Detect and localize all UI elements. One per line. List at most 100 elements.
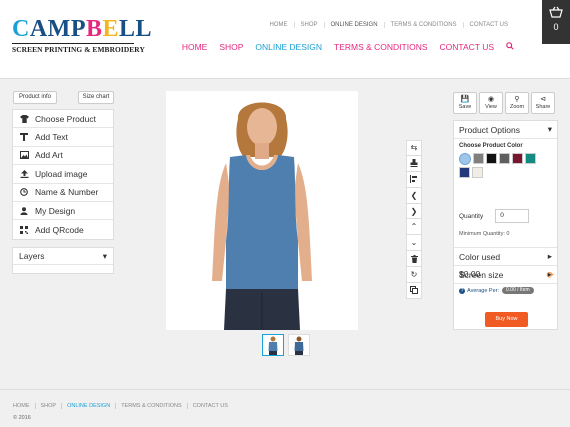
product-options-label: Product Options [459,124,520,135]
caret-down-icon: ▾ [102,250,107,261]
buy-now-button[interactable]: Buy Now [485,312,528,327]
move-left-icon[interactable]: ❮ [406,187,422,204]
cart-count: 0 [553,22,559,32]
color-swatch[interactable] [512,153,523,164]
color-swatch[interactable] [472,167,483,178]
color-used-row[interactable]: Color used ▸ [454,248,557,266]
min-quantity-text: Minimum Quantity: 0 [459,231,510,237]
cart-button[interactable]: 0 [542,0,570,44]
stamp-icon[interactable] [406,155,422,172]
tshirt-icon [19,114,29,123]
move-right-icon[interactable]: ❯ [406,203,422,220]
topnav-terms[interactable]: TERMS & CONDITIONS [383,22,463,28]
front-thumbnail[interactable] [262,334,284,356]
footer-terms[interactable]: TERMS & CONDITIONS [115,403,187,409]
layers-label: Layers [19,251,45,261]
share-label: Share [535,104,551,110]
top-nav: HOME SHOP ONLINE DESIGN TERMS & CONDITIO… [264,22,515,28]
tool-add-qrcode[interactable]: Add QRcode [13,220,113,238]
tool-upload-image[interactable]: Upload image [13,165,113,184]
campbell-logo[interactable]: CAMPBELL SCREEN PRINTING & EMBROIDERY [12,15,152,57]
copyright-text: © 2016 [13,415,31,421]
tool-add-text[interactable]: Add Text [13,128,113,147]
footer-online-design[interactable]: ONLINE DESIGN [61,403,115,409]
design-canvas[interactable] [166,91,358,330]
share-icon: ⊲ [540,96,546,103]
tool-label: Add Text [35,132,68,143]
topnav-home[interactable]: HOME [264,22,294,28]
color-swatch[interactable] [459,167,470,178]
tool-label: Add QRcode [35,224,84,235]
tool-add-art[interactable]: Add Art [13,147,113,166]
image-icon [19,151,29,160]
view-label: View [485,104,497,110]
eye-icon: ◉ [487,96,495,103]
footer-shop[interactable]: SHOP [34,403,62,409]
move-down-icon[interactable]: ⌄ [406,235,422,252]
quantity-row: Quantity 0 [459,209,530,223]
topnav-online-design[interactable]: ONLINE DESIGN [323,22,384,28]
duplicate-icon[interactable] [406,283,422,299]
color-section: Choose Product Color Quantity 0 Minimum … [454,139,557,248]
choose-color-label: Choose Product Color [459,143,523,149]
footer-home[interactable]: HOME [8,403,35,409]
color-swatch-selected[interactable] [459,153,471,165]
quantity-input[interactable]: 0 [495,209,530,223]
save-icon: 💾 [460,96,470,103]
product-photo [212,102,312,330]
product-info-button[interactable]: Product info [13,91,57,104]
mainnav-shop[interactable]: SHOP [213,42,249,52]
zoom-button[interactable]: ⚲ Zoom [505,92,529,114]
back-thumbnail[interactable] [288,334,310,356]
tool-label: Name & Number [35,187,99,198]
topnav-contact[interactable]: CONTACT US [462,22,514,28]
mainnav-terms[interactable]: TERMS & CONDITIONS [328,42,434,52]
tool-label: Choose Product [35,113,96,124]
loading-spinner-icon: ⟳ [546,270,554,280]
footer-nav: HOME SHOP ONLINE DESIGN TERMS & CONDITIO… [8,403,233,409]
color-swatch[interactable] [486,153,497,164]
average-label: Average Per: [467,287,500,294]
logo-letter: C [12,16,30,42]
logo-letter: AMP [29,16,86,42]
text-icon [19,133,29,142]
tool-label: My Design [35,205,76,216]
price-total: $0.00 [459,269,481,279]
search-icon[interactable] [500,42,520,52]
layers-header[interactable]: Layers ▾ [13,248,113,265]
clock-icon [19,188,29,197]
share-button[interactable]: ⊲ Share [531,92,555,114]
mainnav-online-design[interactable]: ONLINE DESIGN [249,42,328,52]
main-nav: HOME SHOP ONLINE DESIGN TERMS & CONDITIO… [176,42,520,52]
qrcode-icon [19,225,29,234]
footer-contact[interactable]: CONTACT US [186,403,233,409]
mainnav-contact[interactable]: CONTACT US [434,42,500,52]
tool-name-number[interactable]: Name & Number [13,184,113,202]
topnav-shop[interactable]: SHOP [293,22,324,28]
tool-my-design[interactable]: My Design [13,202,113,221]
align-center-icon[interactable] [406,171,422,188]
size-chart-button[interactable]: Size chart [78,91,114,104]
mainnav-home[interactable]: HOME [176,42,214,52]
color-swatch[interactable] [473,153,484,164]
delete-icon[interactable] [406,251,422,268]
save-button[interactable]: 💾 Save [453,92,477,114]
refresh-icon[interactable]: ↻ [406,267,422,284]
tool-label: Upload image [35,168,88,179]
product-options-header[interactable]: Product Options ▾ [454,121,557,139]
color-swatch[interactable] [499,153,510,164]
tool-choose-product[interactable]: Choose Product [13,110,113,129]
logo-wordmark: CAMPBELL [12,15,152,43]
vertical-toolbar: ⇆ ❮ ❯ ⌃ ⌄ ↻ [406,140,422,299]
zoom-label: Zoom [509,104,525,110]
flip-horizontal-icon[interactable]: ⇆ [406,140,422,156]
color-used-label: Color used [459,251,501,262]
site-footer: HOME SHOP ONLINE DESIGN TERMS & CONDITIO… [0,389,570,427]
color-swatch[interactable] [525,153,536,164]
user-icon [19,206,29,215]
view-button[interactable]: ◉ View [479,92,503,114]
action-bar: 💾 Save ◉ View ⚲ Zoom ⊲ Share [453,92,555,114]
save-label: Save [458,104,472,110]
move-up-icon[interactable]: ⌃ [406,219,422,236]
tool-panel: Choose Product Add Text Add Art Upload i… [12,109,114,240]
